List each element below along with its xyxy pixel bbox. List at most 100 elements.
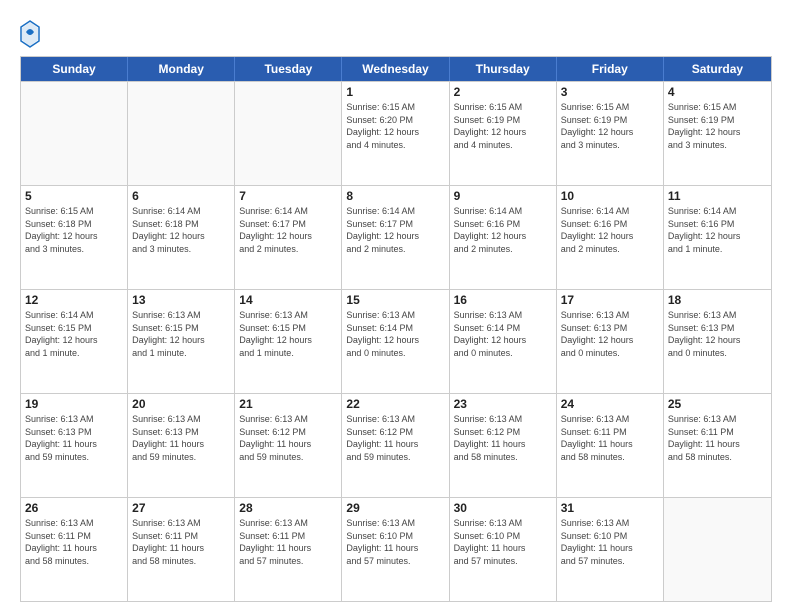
calendar-cell: 25 Sunrise: 6:13 AM Sunset: 6:11 PM Dayli… bbox=[664, 394, 771, 497]
day-number: 1 bbox=[346, 85, 444, 99]
day-number: 28 bbox=[239, 501, 337, 515]
day-number: 14 bbox=[239, 293, 337, 307]
day-number: 16 bbox=[454, 293, 552, 307]
page: SundayMondayTuesdayWednesdayThursdayFrid… bbox=[0, 0, 792, 612]
day-number: 2 bbox=[454, 85, 552, 99]
calendar-row-5: 26 Sunrise: 6:13 AM Sunset: 6:11 PM Dayli… bbox=[21, 497, 771, 601]
calendar-cell bbox=[128, 82, 235, 185]
calendar-cell: 26 Sunrise: 6:13 AM Sunset: 6:11 PM Dayli… bbox=[21, 498, 128, 601]
day-info: Sunrise: 6:14 AM Sunset: 6:16 PM Dayligh… bbox=[454, 205, 552, 255]
calendar-cell: 11 Sunrise: 6:14 AM Sunset: 6:16 PM Dayli… bbox=[664, 186, 771, 289]
header-day-monday: Monday bbox=[128, 57, 235, 81]
calendar-cell: 14Sunrise: 6:13 AM Sunset: 6:15 PM Dayli… bbox=[235, 290, 342, 393]
day-number: 7 bbox=[239, 189, 337, 203]
calendar: SundayMondayTuesdayWednesdayThursdayFrid… bbox=[20, 56, 772, 602]
day-number: 4 bbox=[668, 85, 767, 99]
day-info: Sunrise: 6:13 AM Sunset: 6:10 PM Dayligh… bbox=[561, 517, 659, 567]
day-number: 20 bbox=[132, 397, 230, 411]
calendar-cell: 4 Sunrise: 6:15 AM Sunset: 6:19 PM Daylig… bbox=[664, 82, 771, 185]
day-number: 15 bbox=[346, 293, 444, 307]
day-info: Sunrise: 6:13 AM Sunset: 6:11 PM Dayligh… bbox=[668, 413, 767, 463]
day-info: Sunrise: 6:13 AM Sunset: 6:12 PM Dayligh… bbox=[239, 413, 337, 463]
day-number: 23 bbox=[454, 397, 552, 411]
calendar-row-3: 12Sunrise: 6:14 AM Sunset: 6:15 PM Dayli… bbox=[21, 289, 771, 393]
calendar-cell: 7 Sunrise: 6:14 AM Sunset: 6:17 PM Daylig… bbox=[235, 186, 342, 289]
day-info: Sunrise: 6:13 AM Sunset: 6:11 PM Dayligh… bbox=[132, 517, 230, 567]
day-number: 24 bbox=[561, 397, 659, 411]
day-info: Sunrise: 6:14 AM Sunset: 6:17 PM Dayligh… bbox=[346, 205, 444, 255]
calendar-cell: 19 Sunrise: 6:13 AM Sunset: 6:13 PM Dayli… bbox=[21, 394, 128, 497]
header-day-thursday: Thursday bbox=[450, 57, 557, 81]
day-number: 5 bbox=[25, 189, 123, 203]
calendar-cell: 29Sunrise: 6:13 AM Sunset: 6:10 PM Dayli… bbox=[342, 498, 449, 601]
day-number: 30 bbox=[454, 501, 552, 515]
day-number: 26 bbox=[25, 501, 123, 515]
day-info: Sunrise: 6:14 AM Sunset: 6:17 PM Dayligh… bbox=[239, 205, 337, 255]
day-number: 17 bbox=[561, 293, 659, 307]
header-day-saturday: Saturday bbox=[664, 57, 771, 81]
calendar-cell: 21 Sunrise: 6:13 AM Sunset: 6:12 PM Dayli… bbox=[235, 394, 342, 497]
day-info: Sunrise: 6:14 AM Sunset: 6:15 PM Dayligh… bbox=[25, 309, 123, 359]
calendar-cell: 13Sunrise: 6:13 AM Sunset: 6:15 PM Dayli… bbox=[128, 290, 235, 393]
day-number: 8 bbox=[346, 189, 444, 203]
day-number: 27 bbox=[132, 501, 230, 515]
day-info: Sunrise: 6:14 AM Sunset: 6:16 PM Dayligh… bbox=[561, 205, 659, 255]
calendar-row-2: 5 Sunrise: 6:15 AM Sunset: 6:18 PM Daylig… bbox=[21, 185, 771, 289]
day-number: 3 bbox=[561, 85, 659, 99]
calendar-header: SundayMondayTuesdayWednesdayThursdayFrid… bbox=[21, 57, 771, 81]
day-info: Sunrise: 6:13 AM Sunset: 6:13 PM Dayligh… bbox=[132, 413, 230, 463]
calendar-cell: 16 Sunrise: 6:13 AM Sunset: 6:14 PM Dayli… bbox=[450, 290, 557, 393]
header bbox=[20, 16, 772, 48]
day-info: Sunrise: 6:13 AM Sunset: 6:14 PM Dayligh… bbox=[454, 309, 552, 359]
calendar-cell bbox=[664, 498, 771, 601]
day-number: 21 bbox=[239, 397, 337, 411]
day-info: Sunrise: 6:13 AM Sunset: 6:13 PM Dayligh… bbox=[561, 309, 659, 359]
day-info: Sunrise: 6:14 AM Sunset: 6:16 PM Dayligh… bbox=[668, 205, 767, 255]
day-info: Sunrise: 6:13 AM Sunset: 6:13 PM Dayligh… bbox=[668, 309, 767, 359]
day-number: 22 bbox=[346, 397, 444, 411]
calendar-cell: 27 Sunrise: 6:13 AM Sunset: 6:11 PM Dayli… bbox=[128, 498, 235, 601]
calendar-cell: 15 Sunrise: 6:13 AM Sunset: 6:14 PM Dayli… bbox=[342, 290, 449, 393]
day-info: Sunrise: 6:15 AM Sunset: 6:18 PM Dayligh… bbox=[25, 205, 123, 255]
calendar-cell: 22 Sunrise: 6:13 AM Sunset: 6:12 PM Dayli… bbox=[342, 394, 449, 497]
day-info: Sunrise: 6:13 AM Sunset: 6:11 PM Dayligh… bbox=[561, 413, 659, 463]
logo bbox=[20, 20, 42, 48]
day-info: Sunrise: 6:13 AM Sunset: 6:12 PM Dayligh… bbox=[454, 413, 552, 463]
day-info: Sunrise: 6:13 AM Sunset: 6:11 PM Dayligh… bbox=[239, 517, 337, 567]
day-info: Sunrise: 6:13 AM Sunset: 6:13 PM Dayligh… bbox=[25, 413, 123, 463]
day-info: Sunrise: 6:14 AM Sunset: 6:18 PM Dayligh… bbox=[132, 205, 230, 255]
calendar-row-1: 1 Sunrise: 6:15 AM Sunset: 6:20 PM Daylig… bbox=[21, 81, 771, 185]
day-info: Sunrise: 6:13 AM Sunset: 6:14 PM Dayligh… bbox=[346, 309, 444, 359]
day-number: 6 bbox=[132, 189, 230, 203]
day-number: 11 bbox=[668, 189, 767, 203]
day-info: Sunrise: 6:15 AM Sunset: 6:20 PM Dayligh… bbox=[346, 101, 444, 151]
calendar-cell: 20 Sunrise: 6:13 AM Sunset: 6:13 PM Dayli… bbox=[128, 394, 235, 497]
day-number: 31 bbox=[561, 501, 659, 515]
day-number: 29 bbox=[346, 501, 444, 515]
calendar-cell: 23 Sunrise: 6:13 AM Sunset: 6:12 PM Dayli… bbox=[450, 394, 557, 497]
calendar-cell: 18 Sunrise: 6:13 AM Sunset: 6:13 PM Dayli… bbox=[664, 290, 771, 393]
calendar-cell: 28 Sunrise: 6:13 AM Sunset: 6:11 PM Dayli… bbox=[235, 498, 342, 601]
calendar-cell: 10 Sunrise: 6:14 AM Sunset: 6:16 PM Dayli… bbox=[557, 186, 664, 289]
header-day-sunday: Sunday bbox=[21, 57, 128, 81]
day-info: Sunrise: 6:13 AM Sunset: 6:10 PM Dayligh… bbox=[454, 517, 552, 567]
day-info: Sunrise: 6:15 AM Sunset: 6:19 PM Dayligh… bbox=[668, 101, 767, 151]
calendar-cell: 9Sunrise: 6:14 AM Sunset: 6:16 PM Daylig… bbox=[450, 186, 557, 289]
logo-icon bbox=[20, 20, 40, 48]
calendar-cell bbox=[21, 82, 128, 185]
day-number: 10 bbox=[561, 189, 659, 203]
day-info: Sunrise: 6:13 AM Sunset: 6:11 PM Dayligh… bbox=[25, 517, 123, 567]
calendar-row-4: 19 Sunrise: 6:13 AM Sunset: 6:13 PM Dayli… bbox=[21, 393, 771, 497]
day-info: Sunrise: 6:13 AM Sunset: 6:12 PM Dayligh… bbox=[346, 413, 444, 463]
header-day-tuesday: Tuesday bbox=[235, 57, 342, 81]
calendar-cell: 1 Sunrise: 6:15 AM Sunset: 6:20 PM Daylig… bbox=[342, 82, 449, 185]
calendar-cell: 8 Sunrise: 6:14 AM Sunset: 6:17 PM Daylig… bbox=[342, 186, 449, 289]
calendar-cell bbox=[235, 82, 342, 185]
day-number: 13 bbox=[132, 293, 230, 307]
day-number: 19 bbox=[25, 397, 123, 411]
day-number: 25 bbox=[668, 397, 767, 411]
day-number: 18 bbox=[668, 293, 767, 307]
header-day-wednesday: Wednesday bbox=[342, 57, 449, 81]
day-info: Sunrise: 6:15 AM Sunset: 6:19 PM Dayligh… bbox=[561, 101, 659, 151]
calendar-cell: 17 Sunrise: 6:13 AM Sunset: 6:13 PM Dayli… bbox=[557, 290, 664, 393]
